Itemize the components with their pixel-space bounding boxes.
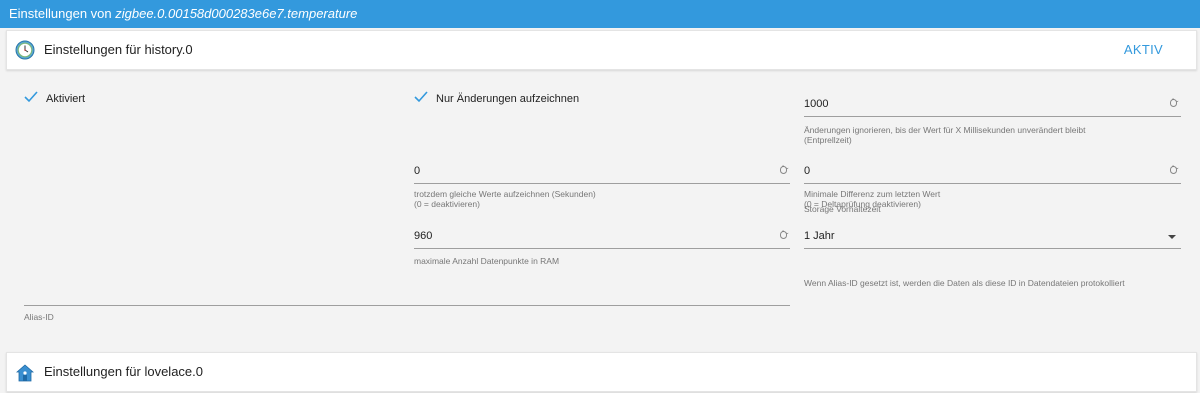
history-status-badge: AKTIV (1123, 42, 1163, 57)
min-diff-helper-line1: Minimale Differenz zum letzten Wert (804, 189, 941, 199)
dialog-title-prefix: Einstellungen von (9, 6, 116, 21)
record-same-input[interactable]: 0 (414, 165, 420, 177)
only-changes-checkbox-label: Nur Änderungen aufzeichnen (436, 93, 580, 105)
max-ram-stepper[interactable]: ⌃⌄ (780, 231, 789, 239)
max-ram-underline (414, 248, 790, 249)
alias-underline (24, 305, 790, 306)
debounce-input[interactable]: 1000 (804, 98, 828, 110)
alias-field: Alias-ID (24, 288, 790, 324)
enabled-checkbox-label: Aktiviert (46, 93, 86, 105)
storage-select-value: 1 Jahr (804, 230, 835, 242)
record-same-field: 0 ⌃⌄ trotzdem gleiche Werte aufzeichnen … (414, 159, 790, 211)
max-ram-field: 960 ⌃⌄ maximale Anzahl Datenpunkte in RA… (414, 228, 790, 268)
max-ram-input[interactable]: 960 (414, 230, 432, 242)
dialog-object-id: zigbee.0.00158d000283e6e7.temperature (115, 6, 358, 21)
history-panel-title: Einstellungen für history.0 (44, 42, 193, 57)
min-diff-stepper[interactable]: ⌃⌄ (1170, 166, 1179, 174)
storage-label: Storage Vorhaltezeit (804, 204, 881, 214)
checkmark-icon (414, 91, 428, 103)
debounce-underline (804, 116, 1181, 117)
lovelace-panel-title: Einstellungen für lovelace.0 (44, 364, 203, 379)
debounce-helper-line1: Änderungen ignorieren, bis der Wert für … (804, 125, 1086, 135)
record-same-stepper[interactable]: ⌃⌄ (780, 166, 789, 174)
max-ram-helper: maximale Anzahl Datenpunkte in RAM (414, 256, 560, 266)
checkmark-icon (24, 91, 38, 103)
debounce-field: 1000 ⌃⌄ Änderungen ignorieren, bis der W… (804, 92, 1181, 147)
min-diff-underline (804, 183, 1181, 184)
debounce-stepper[interactable]: ⌃⌄ (1170, 99, 1179, 107)
debounce-helper-line2: (Entprellzeit) (804, 135, 852, 145)
alias-label: Alias-ID (24, 312, 54, 322)
debounce-helper: Änderungen ignorieren, bis der Wert für … (804, 125, 1085, 145)
house-icon (16, 364, 34, 382)
record-same-helper: trotzdem gleiche Werte aufzeichnen (Seku… (414, 189, 596, 209)
history-panel-header[interactable]: Einstellungen für history.0 AKTIV (6, 30, 1197, 70)
storage-select[interactable]: 1 Jahr (804, 228, 1181, 250)
record-same-helper-line1: trotzdem gleiche Werte aufzeichnen (Seku… (414, 189, 596, 199)
record-same-underline (414, 183, 790, 184)
record-same-helper-line2: (0 = deaktivieren) (414, 199, 480, 209)
alias-hint: Wenn Alias-ID gesetzt ist, werden die Da… (804, 278, 1125, 288)
chevron-down-icon (1168, 235, 1176, 239)
lovelace-panel-header[interactable]: Einstellungen für lovelace.0 (6, 352, 1197, 392)
clock-icon (15, 40, 35, 60)
dialog-title-bar: Einstellungen von zigbee.0.00158d000283e… (0, 0, 1200, 28)
storage-underline (804, 248, 1181, 249)
min-diff-input[interactable]: 0 (804, 165, 810, 177)
